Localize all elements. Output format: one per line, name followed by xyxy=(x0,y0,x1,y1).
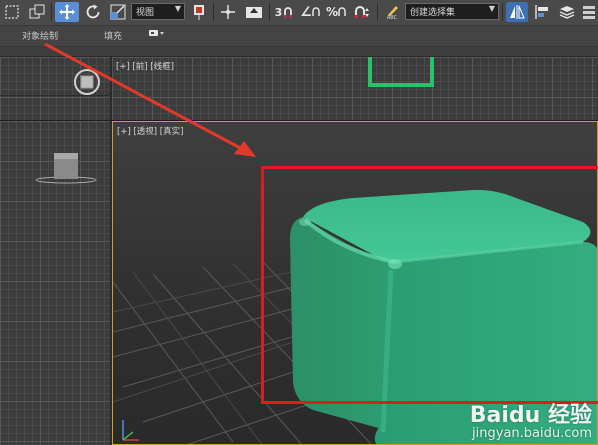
watermark-site: jingyan.baidu.com xyxy=(472,426,592,441)
highlight-rectangle xyxy=(261,166,598,404)
max-window: 视图 ▼ 3 ∠ % ABC 创建选择集 ▼ 对象绘制 填充 [+] [前] [… xyxy=(0,0,598,445)
watermark-brand: Baidu 经验 xyxy=(469,403,592,428)
baidu-watermark: Baidu 经验 jingyan.baidu.com xyxy=(469,403,592,442)
